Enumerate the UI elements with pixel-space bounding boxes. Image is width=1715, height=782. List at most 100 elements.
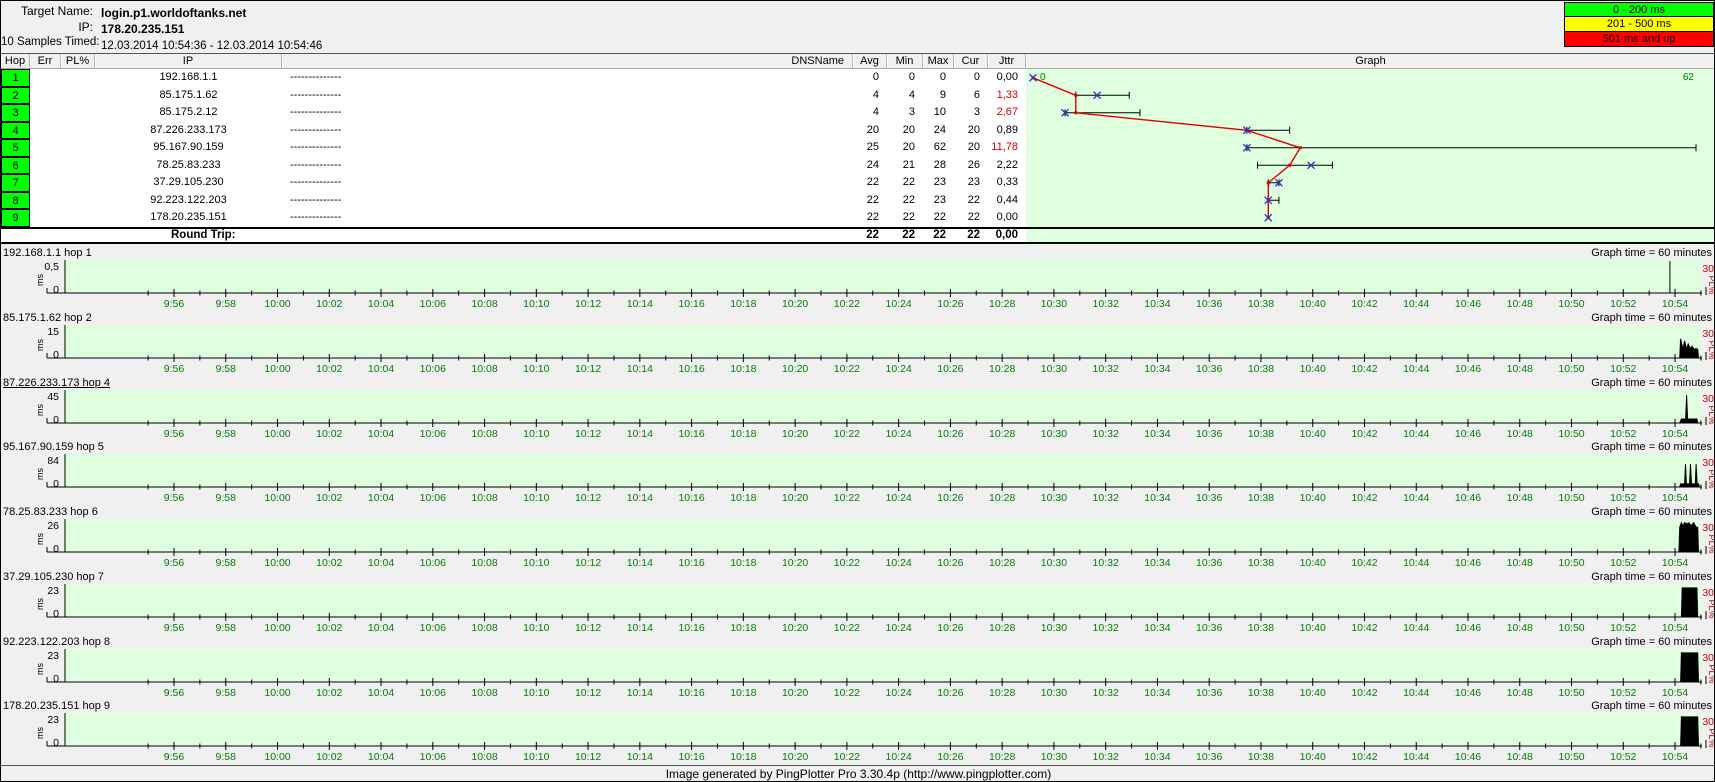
svg-text:10:24: 10:24 — [885, 687, 911, 699]
svg-text:10:02: 10:02 — [316, 298, 342, 310]
target-name-line: Target Name: login.p1.worldoftanks.net — [1, 4, 246, 20]
column-header-jttr[interactable]: Jttr — [988, 54, 1026, 68]
column-header-min[interactable]: Min — [887, 54, 923, 68]
hop-number-cell: 6 — [1, 156, 30, 174]
svg-text:PL%: PL% — [1707, 275, 1715, 294]
svg-text:10:42: 10:42 — [1351, 557, 1377, 569]
svg-text:10:54: 10:54 — [1662, 492, 1688, 504]
svg-text:10:00: 10:00 — [264, 687, 290, 699]
column-header-graph[interactable]: Graph — [1026, 54, 1714, 68]
round-trip-separator-bottom — [1, 242, 1714, 244]
cell-jttr: 11,78 — [991, 141, 1018, 153]
svg-text:30: 30 — [1702, 587, 1714, 599]
svg-text:10:50: 10:50 — [1558, 363, 1584, 375]
svg-text:10:06: 10:06 — [420, 622, 446, 634]
svg-text:10:34: 10:34 — [1144, 751, 1170, 763]
svg-text:10:32: 10:32 — [1093, 622, 1119, 634]
graph-time-label: Graph time = 60 minutes — [1591, 376, 1712, 389]
svg-text:10:02: 10:02 — [316, 428, 342, 440]
svg-text:10:54: 10:54 — [1662, 751, 1688, 763]
strip-hop-label[interactable]: 95.167.90.159 hop 5 — [3, 441, 104, 453]
svg-text:ms: ms — [35, 533, 45, 545]
svg-text:10:48: 10:48 — [1507, 687, 1533, 699]
svg-text:10:30: 10:30 — [1041, 363, 1067, 375]
hop-number-cell: 8 — [1, 191, 30, 209]
svg-text:10:12: 10:12 — [575, 687, 601, 699]
svg-text:10:42: 10:42 — [1351, 687, 1377, 699]
strip-hop-label[interactable]: 78.25.83.233 hop 6 — [3, 506, 98, 518]
svg-text:10:08: 10:08 — [471, 751, 497, 763]
cell-jttr: 0,44 — [996, 193, 1018, 206]
svg-text:10:34: 10:34 — [1144, 428, 1170, 440]
graph-time-label: Graph time = 60 minutes — [1591, 700, 1712, 713]
strip-label-row: 87.226.233.173 hop 4 Graph time = 60 minu… — [1, 376, 1714, 390]
svg-text:23: 23 — [47, 714, 59, 726]
column-header-cur[interactable]: Cur — [954, 54, 988, 68]
svg-text:10:24: 10:24 — [885, 363, 911, 375]
svg-text:10:38: 10:38 — [1248, 557, 1274, 569]
samples-line: 10 Samples Timed: 12.03.2014 10:54:36 - 1… — [1, 36, 322, 52]
svg-text:10:54: 10:54 — [1662, 428, 1688, 440]
svg-text:10:02: 10:02 — [316, 622, 342, 634]
svg-text:ms: ms — [35, 338, 45, 350]
svg-text:10:30: 10:30 — [1041, 298, 1067, 310]
svg-text:10:44: 10:44 — [1403, 363, 1429, 375]
svg-text:10:10: 10:10 — [523, 687, 549, 699]
strip-hop-label[interactable]: 85.175.1.62 hop 2 — [3, 312, 92, 324]
cell-jttr: 0,89 — [996, 123, 1018, 136]
svg-text:10:36: 10:36 — [1196, 298, 1222, 310]
svg-text:10:04: 10:04 — [368, 687, 394, 699]
svg-text:10:04: 10:04 — [368, 751, 394, 763]
cell-max: 28 — [933, 158, 946, 171]
svg-text:10:32: 10:32 — [1093, 687, 1119, 699]
column-header-pl[interactable]: PL% — [61, 54, 95, 68]
svg-text:10:36: 10:36 — [1196, 687, 1222, 699]
svg-text:10:16: 10:16 — [678, 622, 704, 634]
svg-text:10:04: 10:04 — [368, 492, 394, 504]
cell-dns: -------------- — [290, 71, 342, 83]
svg-text:10:14: 10:14 — [627, 298, 653, 310]
svg-text:10:12: 10:12 — [575, 622, 601, 634]
strip-hop-label[interactable]: 37.29.105.230 hop 7 — [3, 571, 104, 583]
hop-number-cell: 2 — [1, 86, 30, 104]
column-header-ip[interactable]: IP — [95, 54, 282, 68]
svg-text:10:52: 10:52 — [1610, 492, 1636, 504]
svg-text:0: 0 — [53, 414, 59, 426]
cell-jttr: 1,33 — [996, 88, 1018, 101]
strip-label-row: 78.25.83.233 hop 6 Graph time = 60 minute… — [1, 506, 1714, 519]
column-header-hop[interactable]: Hop — [1, 54, 30, 68]
column-header-avg[interactable]: Avg — [853, 54, 887, 68]
cell-err — [30, 157, 61, 175]
cell-ip: 85.175.1.62 — [159, 88, 218, 101]
svg-text:10:44: 10:44 — [1403, 492, 1429, 504]
legend-item-yellow: 201 - 500 ms — [1564, 17, 1714, 32]
svg-text:9:58: 9:58 — [216, 622, 237, 634]
svg-text:10:08: 10:08 — [471, 687, 497, 699]
strip-hop-label[interactable]: 92.223.122.203 hop 8 — [3, 636, 110, 648]
column-header-dns[interactable]: DNSName — [282, 54, 853, 68]
legend-item-red: 501 ms and up — [1564, 32, 1714, 47]
svg-text:PL%: PL% — [1707, 599, 1715, 618]
strip-hop-label[interactable]: 87.226.233.173 hop 4 — [3, 377, 110, 389]
svg-text:10:40: 10:40 — [1300, 622, 1326, 634]
timeline-plot: 23 0 ms 30PL% 9:56 9:58 10:00 10:02 10:04 10:06 10… — [35, 648, 1714, 699]
timeline-strip: 87.226.233.173 hop 4 Graph time = 60 minu… — [1, 376, 1714, 442]
svg-text:9:56: 9:56 — [164, 428, 185, 440]
column-header-err[interactable]: Err — [30, 54, 61, 68]
ip-line: IP: 178.20.235.151 — [1, 20, 184, 36]
cell-err — [30, 87, 61, 105]
svg-text:10:24: 10:24 — [885, 557, 911, 569]
svg-text:10:04: 10:04 — [368, 557, 394, 569]
svg-text:10:10: 10:10 — [523, 557, 549, 569]
svg-text:9:58: 9:58 — [216, 298, 237, 310]
strip-hop-label[interactable]: 192.168.1.1 hop 1 — [3, 247, 92, 259]
svg-text:10:18: 10:18 — [730, 622, 756, 634]
svg-text:10:50: 10:50 — [1558, 687, 1584, 699]
svg-text:10:38: 10:38 — [1248, 751, 1274, 763]
column-header-max[interactable]: Max — [923, 54, 954, 68]
svg-text:10:52: 10:52 — [1610, 751, 1636, 763]
svg-text:10:06: 10:06 — [420, 428, 446, 440]
svg-text:10:28: 10:28 — [989, 363, 1015, 375]
strip-hop-label[interactable]: 178.20.235.151 hop 9 — [3, 700, 110, 712]
svg-text:10:14: 10:14 — [627, 428, 653, 440]
